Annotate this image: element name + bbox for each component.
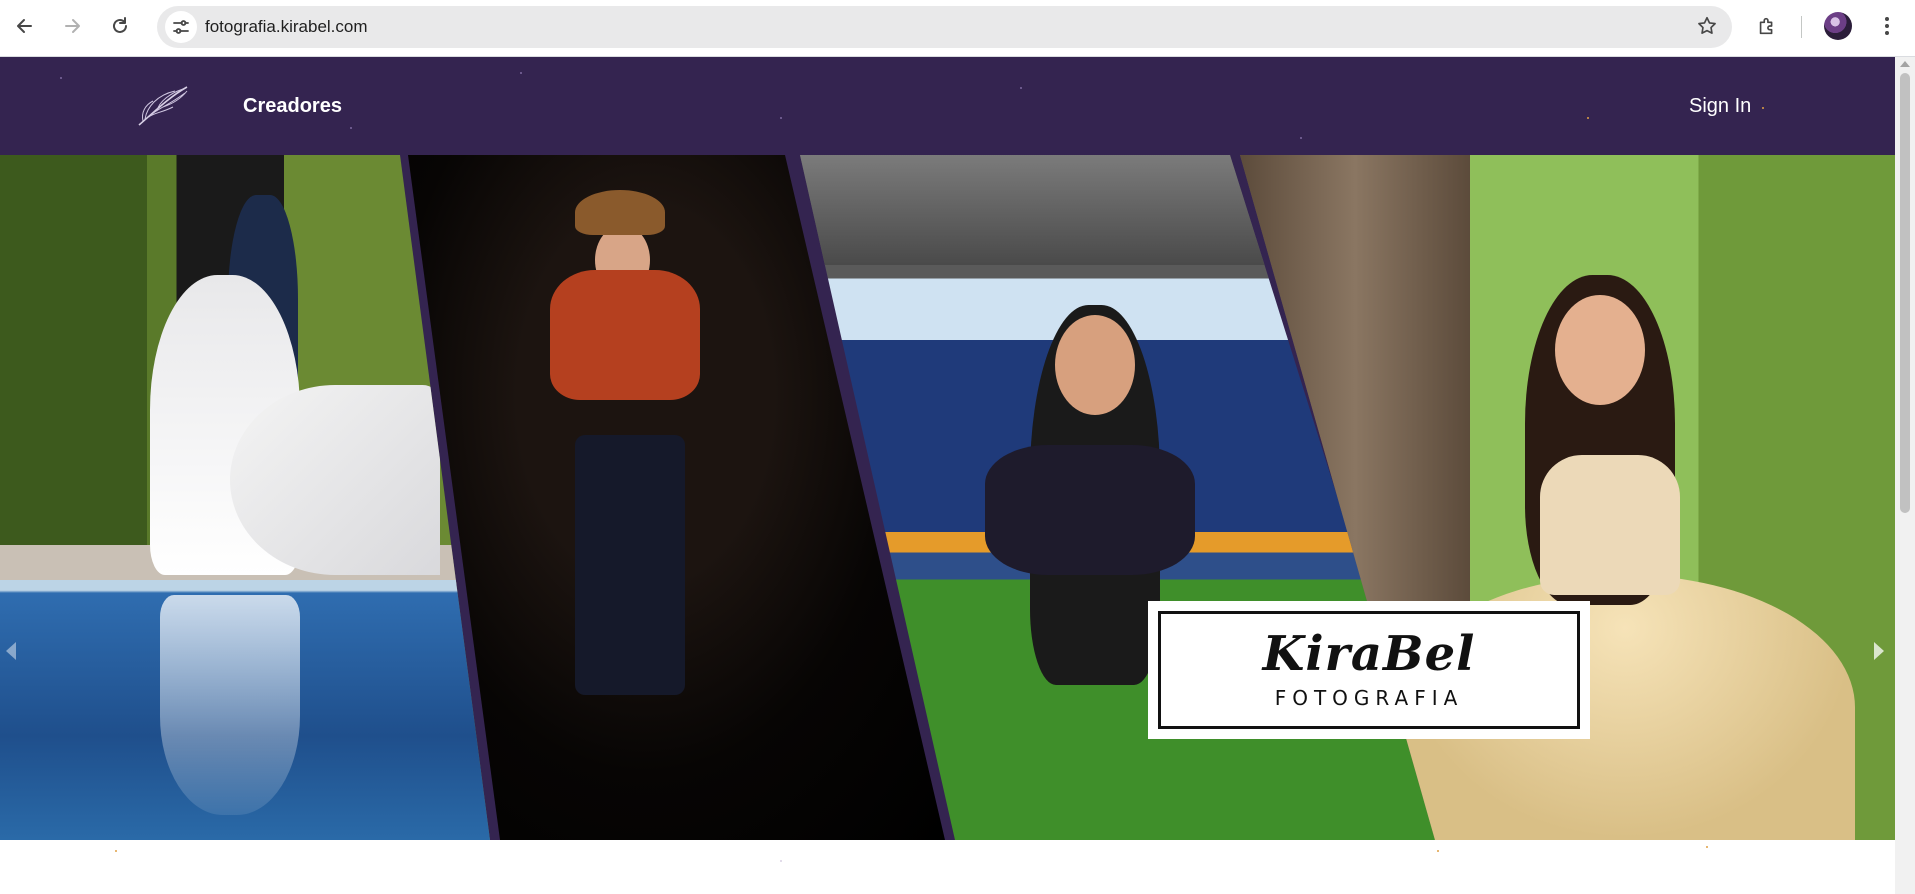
hero-slider: KiraBel FOTOGRAFIA: [0, 155, 1895, 840]
star-speck: [520, 72, 522, 74]
site-header: Creadores Sign In: [0, 57, 1895, 155]
forward-arrow-icon[interactable]: [56, 10, 88, 42]
brand-subtitle: FOTOGRAFIA: [1274, 686, 1464, 710]
star-speck: [1587, 117, 1589, 119]
bride-train: [230, 385, 440, 575]
site-info-icon[interactable]: [165, 11, 197, 43]
url-text[interactable]: fotografia.kirabel.com: [205, 6, 368, 48]
star-speck: [1437, 850, 1439, 852]
brand-name: KiraBel: [1262, 626, 1476, 682]
address-bar[interactable]: fotografia.kirabel.com: [157, 6, 1732, 48]
star-speck: [115, 850, 117, 852]
profile-avatar[interactable]: [1824, 12, 1852, 40]
slider-prev-arrow-icon[interactable]: [6, 642, 16, 660]
cowboy-hat: [575, 190, 665, 235]
wedding-couple-photo: [0, 155, 490, 840]
star-speck: [1300, 137, 1302, 139]
toolbar-divider: [1801, 16, 1802, 38]
star-speck: [780, 117, 782, 119]
star-speck: [1706, 846, 1708, 848]
back-arrow-icon[interactable]: [9, 10, 41, 42]
player-jersey: [985, 445, 1195, 575]
slider-next-arrow-icon[interactable]: [1874, 642, 1884, 660]
star-speck: [350, 127, 352, 129]
star-speck: [1020, 87, 1022, 89]
content-area: [0, 840, 1895, 894]
star-speck: [1762, 107, 1764, 109]
reload-icon[interactable]: [104, 10, 136, 42]
brand-frame: KiraBel FOTOGRAFIA: [1158, 611, 1580, 729]
bookmark-star-icon[interactable]: [1696, 15, 1718, 42]
scroll-up-arrow-icon[interactable]: [1900, 61, 1910, 67]
star-speck: [780, 860, 782, 862]
player-face: [1055, 315, 1135, 415]
sign-in-link[interactable]: Sign In: [1689, 57, 1751, 155]
kirabel-brand-logo: KiraBel FOTOGRAFIA: [1148, 601, 1590, 739]
star-speck: [60, 77, 62, 79]
pool-reflection: [160, 595, 300, 815]
page-scrollbar[interactable]: [1895, 57, 1915, 894]
extensions-puzzle-icon[interactable]: [1751, 10, 1783, 42]
girl-face: [1555, 295, 1645, 405]
gown-bodice: [1540, 455, 1680, 595]
menu-kebab-icon[interactable]: [1871, 10, 1903, 42]
jeans: [575, 435, 685, 695]
web-page: Creadores Sign In KiraBel FOTOGRAFIA: [0, 57, 1915, 894]
scroll-thumb[interactable]: [1900, 73, 1910, 513]
nav-link-creadores[interactable]: Creadores: [243, 57, 342, 155]
browser-toolbar: fotografia.kirabel.com: [0, 0, 1915, 57]
red-blouse: [550, 270, 700, 400]
feather-logo-icon[interactable]: [135, 83, 191, 129]
